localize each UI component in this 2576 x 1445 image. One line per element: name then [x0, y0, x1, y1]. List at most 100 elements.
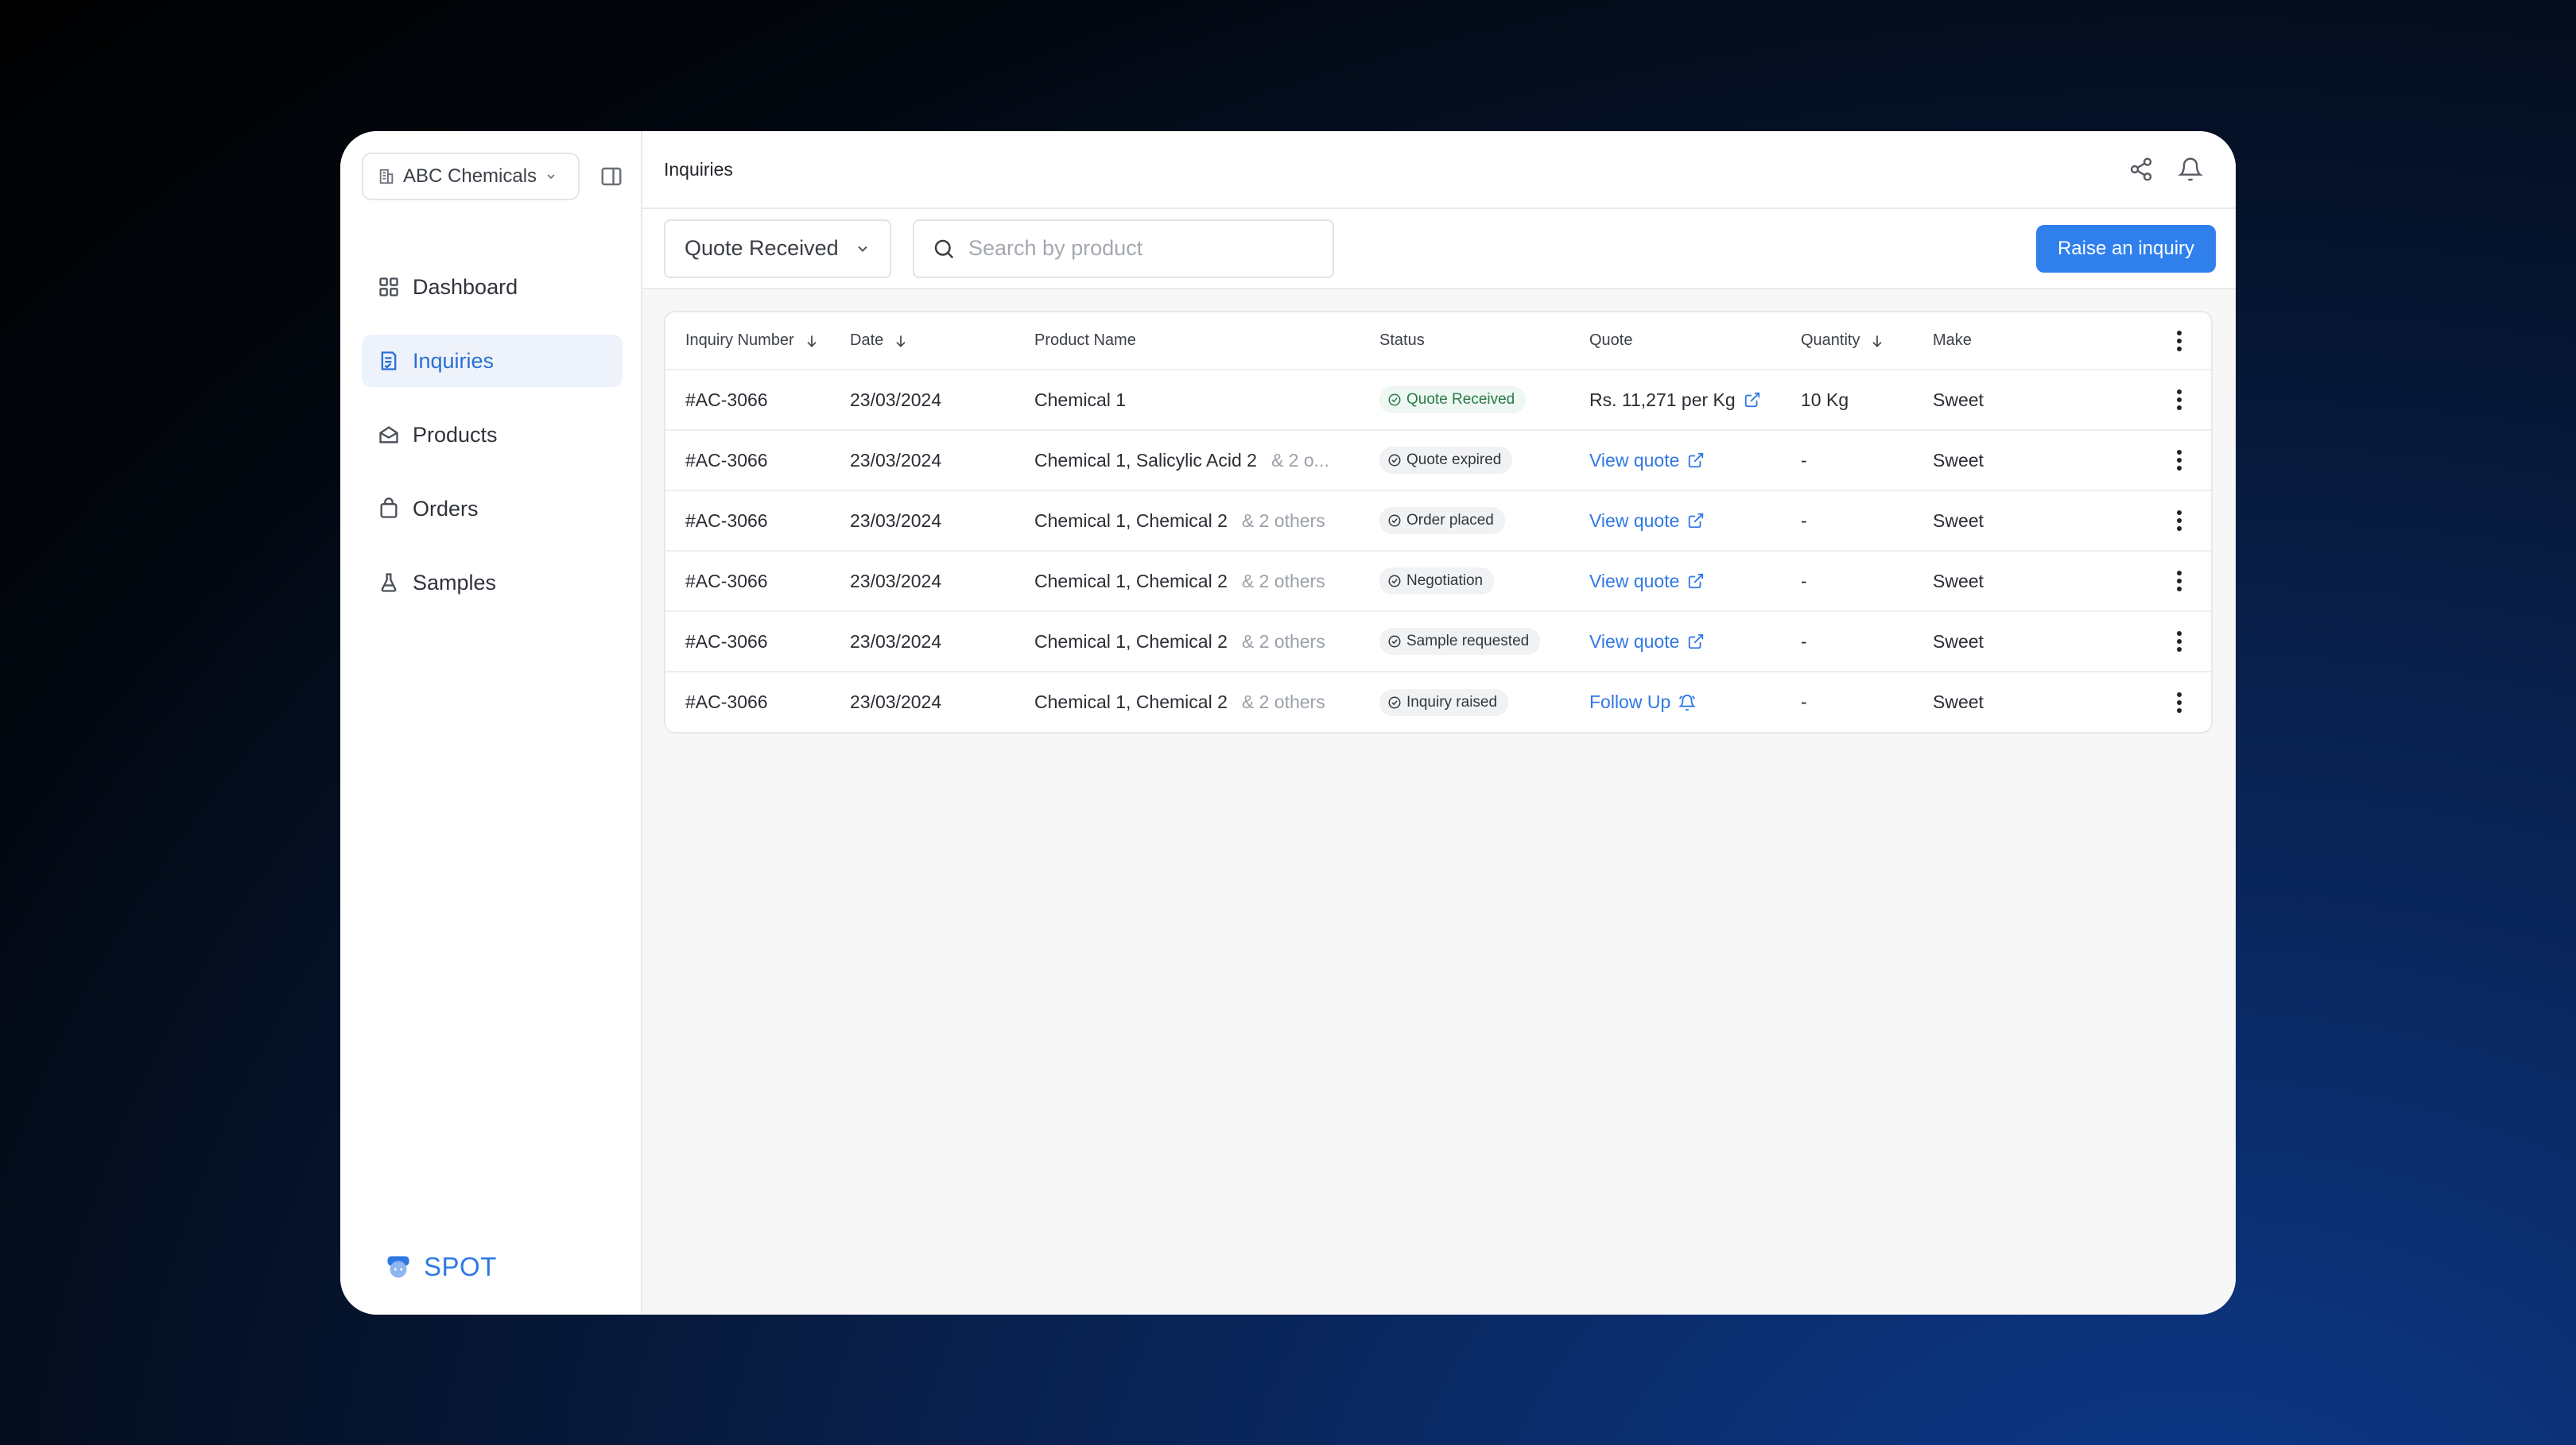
cell-inquiry-number: #AC-3066	[685, 630, 768, 652]
view-quote-link[interactable]: View quote	[1589, 631, 1705, 653]
product-names: Chemical 1, Salicylic Acid 2	[1034, 449, 1257, 471]
check-circle-icon	[1388, 514, 1401, 527]
sidebar-item-inquiries[interactable]: Inquiries	[362, 335, 623, 387]
check-circle-icon	[1388, 635, 1401, 648]
more-vertical-icon[interactable]	[2176, 630, 2182, 653]
check-circle-icon	[1388, 393, 1401, 406]
more-vertical-icon[interactable]	[2176, 570, 2182, 592]
search-icon	[934, 239, 954, 258]
cell-actions	[2108, 490, 2211, 551]
cell-actions	[2108, 551, 2211, 611]
more-vertical-icon[interactable]	[2176, 389, 2182, 411]
cell-status: Quote Received	[1379, 370, 1589, 430]
cell-quantity: 10 Kg	[1801, 389, 1849, 410]
sidebar-nav: Dashboard Inquiries Products Orders Samp…	[362, 261, 623, 630]
cell-status: Order placed	[1379, 490, 1589, 551]
product-names: Chemical 1, Chemical 2	[1034, 570, 1228, 591]
sidebar-item-orders[interactable]: Orders	[362, 482, 623, 535]
status-badge: Sample requested	[1379, 628, 1541, 655]
more-vertical-icon[interactable]	[2176, 692, 2182, 714]
document-icon	[381, 351, 397, 370]
cell-actions	[2108, 611, 2211, 672]
cell-inquiry-number: #AC-3066	[685, 570, 768, 591]
cell-quote: View quote	[1589, 490, 1801, 551]
table-header-row: Inquiry Number Date Product Name Status …	[665, 312, 2211, 370]
product-others: & 2 o...	[1271, 449, 1329, 471]
view-quote-label: View quote	[1589, 509, 1680, 531]
cell-make: Sweet	[1933, 630, 1984, 652]
follow-up-label: Follow Up	[1589, 692, 1671, 712]
cell-quantity: -	[1801, 570, 1807, 591]
sidebar-toggle-icon[interactable]	[599, 165, 623, 188]
cell-inquiry-number: #AC-3066	[685, 449, 768, 471]
cell-product-name: Chemical 1, Chemical 2 & 2 others	[1034, 551, 1379, 611]
status-filter-value: Quote Received	[685, 236, 839, 260]
cell-inquiry-number: #AC-3066	[685, 509, 768, 531]
product-others: & 2 others	[1241, 509, 1325, 531]
search-input[interactable]	[968, 236, 1315, 261]
cell-quantity: -	[1801, 509, 1807, 531]
view-quote-label: View quote	[1589, 449, 1680, 471]
status-badge: Order placed	[1379, 507, 1505, 534]
check-circle-icon	[1388, 454, 1401, 467]
bell-ring-icon	[1678, 694, 1697, 711]
table-row[interactable]: #AC-3066 23/03/2024 Chemical 1 Quote Rec…	[665, 370, 2211, 430]
cell-product-name: Chemical 1, Chemical 2 & 2 others	[1034, 672, 1379, 732]
quote-value[interactable]: Rs. 11,271 per Kg	[1589, 389, 1761, 411]
status-text: Quote expired	[1406, 451, 1502, 468]
more-vertical-icon[interactable]	[2176, 449, 2182, 471]
column-header-quantity[interactable]: Quantity	[1801, 312, 1933, 370]
cell-status: Sample requested	[1379, 611, 1589, 672]
search-box[interactable]	[913, 219, 1334, 278]
column-header-inquiry-number[interactable]: Inquiry Number	[665, 312, 850, 370]
sidebar-item-label: Products	[413, 422, 498, 447]
column-header-date[interactable]: Date	[850, 312, 1034, 370]
flask-icon	[381, 573, 397, 592]
cell-make: Sweet	[1933, 692, 1984, 712]
share-icon[interactable]	[2128, 157, 2154, 182]
cell-date: 23/03/2024	[850, 509, 942, 531]
product-names: Chemical 1, Chemical 2	[1034, 692, 1228, 712]
cell-inquiry-number: #AC-3066	[685, 692, 768, 712]
cell-date: 23/03/2024	[850, 630, 942, 652]
sort-arrow-down-icon	[896, 335, 906, 347]
status-text: Inquiry raised	[1406, 693, 1498, 711]
more-vertical-icon[interactable]	[2176, 509, 2182, 532]
table-row[interactable]: #AC-3066 23/03/2024 Chemical 1, Chemical…	[665, 611, 2211, 672]
table-row[interactable]: #AC-3066 23/03/2024 Chemical 1, Chemical…	[665, 672, 2211, 732]
cell-quote: Follow Up	[1589, 672, 1801, 732]
raise-inquiry-button[interactable]: Raise an inquiry	[2036, 225, 2216, 273]
cell-status: Quote expired	[1379, 430, 1589, 490]
grid-icon	[379, 277, 398, 296]
sidebar-item-label: Inquiries	[413, 348, 495, 373]
product-names: Chemical 1, Chemical 2	[1034, 630, 1228, 652]
sidebar-item-products[interactable]: Products	[362, 409, 623, 461]
external-link-icon	[1689, 452, 1704, 468]
sidebar-item-dashboard[interactable]: Dashboard	[362, 261, 623, 313]
chevron-down-icon	[547, 174, 555, 180]
cell-product-name: Chemical 1, Chemical 2 & 2 others	[1034, 611, 1379, 672]
sidebar-item-samples[interactable]: Samples	[362, 556, 623, 609]
view-quote-link[interactable]: View quote	[1589, 571, 1705, 592]
view-quote-link[interactable]: View quote	[1589, 450, 1705, 471]
status-badge: Inquiry raised	[1379, 688, 1509, 716]
status-filter-dropdown[interactable]: Quote Received	[664, 219, 891, 278]
status-badge: Quote Received	[1379, 386, 1527, 413]
cell-quantity: -	[1801, 449, 1807, 471]
inquiries-table: Inquiry Number Date Product Name Status …	[664, 311, 2213, 734]
table-row[interactable]: #AC-3066 23/03/2024 Chemical 1, Chemical…	[665, 490, 2211, 551]
app-window: ABC Chemicals Dashboard Inquiries Produc…	[340, 131, 2236, 1315]
org-selector[interactable]: ABC Chemicals	[362, 153, 580, 200]
column-header-actions[interactable]	[2108, 312, 2211, 370]
cell-make: Sweet	[1933, 509, 1984, 531]
table-row[interactable]: #AC-3066 23/03/2024 Chemical 1, Salicyli…	[665, 430, 2211, 490]
view-quote-link[interactable]: View quote	[1589, 510, 1705, 532]
external-link-icon	[1689, 633, 1704, 649]
status-text: Negotiation	[1406, 572, 1484, 589]
table-row[interactable]: #AC-3066 23/03/2024 Chemical 1, Chemical…	[665, 551, 2211, 611]
bell-icon[interactable]	[2178, 157, 2203, 182]
follow-up-link[interactable]: Follow Up	[1589, 692, 1697, 713]
status-badge: Negotiation	[1379, 568, 1495, 595]
top-bar: Inquiries	[642, 131, 2236, 209]
column-header-status: Status	[1379, 331, 1425, 349]
